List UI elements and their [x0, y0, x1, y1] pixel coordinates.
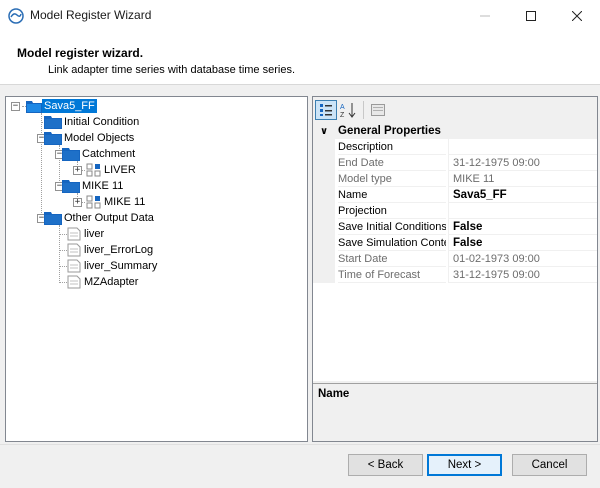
property-row-time-of-forecast[interactable]: Time of Forecast 31-12-1975 09:00 [313, 267, 597, 283]
property-description-title: Name [318, 388, 350, 400]
property-row-model-type[interactable]: Model type MIKE 11 [313, 171, 597, 187]
cancel-button[interactable]: Cancel [512, 454, 587, 476]
property-grid[interactable]: ∨ General Properties Description End Dat… [313, 123, 597, 381]
property-row-description[interactable]: Description [313, 139, 597, 155]
database-folder-icon [26, 101, 42, 113]
property-toolbar: AZ [313, 97, 597, 123]
property-row-end-date[interactable]: End Date 31-12-1975 09:00 [313, 155, 597, 171]
maximize-button[interactable] [508, 0, 554, 31]
minimize-icon [480, 15, 490, 16]
liver-expand-toggle[interactable]: + [73, 166, 82, 175]
tree-node-output-errorlog[interactable]: liver_ErrorLog [66, 242, 155, 258]
tree-node-initial-condition[interactable]: Initial Condition [44, 114, 141, 130]
wizard-subtitle: Link adapter time series with database t… [48, 64, 296, 76]
alphabetical-button[interactable]: AZ [338, 100, 360, 120]
title-bar: Model Register Wizard [0, 0, 600, 31]
property-row-save-initial-conditions[interactable]: Save Initial Conditions to False [313, 219, 597, 235]
footer-divider [0, 444, 600, 445]
tree-node-output-summary[interactable]: liver_Summary [66, 258, 159, 274]
categorized-icon [320, 104, 332, 116]
svg-text:A: A [340, 104, 345, 111]
next-button[interactable]: Next > [427, 454, 502, 476]
sort-alphabetical-icon: AZ [340, 103, 356, 118]
collapse-chevron-icon[interactable]: ∨ [313, 126, 335, 137]
folder-icon [62, 180, 80, 193]
folder-icon [44, 116, 62, 129]
folder-icon [44, 212, 62, 225]
tree-label-root: Sava5_FF [42, 99, 97, 113]
tree-node-catchment[interactable]: Catchment [62, 146, 137, 162]
close-button[interactable] [554, 0, 600, 31]
root-collapse-toggle[interactable]: − [11, 102, 20, 111]
wizard-header: Model register wizard. Link adapter time… [0, 31, 600, 85]
document-icon [67, 227, 81, 241]
tree-node-output-liver[interactable]: liver [66, 226, 106, 242]
property-pages-icon [371, 104, 385, 116]
svg-text:Z: Z [340, 112, 345, 118]
maximize-icon [526, 10, 536, 21]
back-button[interactable]: < Back [348, 454, 423, 476]
tree-node-liver[interactable]: LIVER [86, 162, 138, 178]
property-row-projection[interactable]: Projection [313, 203, 597, 219]
folder-icon [62, 148, 80, 161]
category-general-properties[interactable]: ∨ General Properties [313, 123, 597, 139]
property-description-pane: Name [313, 383, 597, 441]
close-icon [572, 10, 582, 21]
tree-node-mike11-model[interactable]: MIKE 11 [86, 194, 147, 210]
app-icon [8, 8, 24, 24]
tree-node-other-output[interactable]: Other Output Data [44, 210, 156, 226]
categorized-button[interactable] [315, 100, 337, 120]
wizard-title: Model register wizard. [17, 46, 144, 60]
tree-node-root[interactable]: Sava5_FF [26, 98, 97, 114]
folder-icon [44, 132, 62, 145]
tree-node-model-objects[interactable]: Model Objects [44, 130, 136, 146]
model-tree[interactable]: − Sava5_FF Initial Condition − Model Obj… [5, 96, 308, 442]
property-grid-panel: AZ ∨ General Properties Description End … [312, 96, 598, 442]
model-object-icon [86, 195, 101, 209]
document-icon [67, 259, 81, 273]
document-icon [67, 275, 81, 289]
model-object-icon [86, 163, 101, 177]
mike11-model-expand-toggle[interactable]: + [73, 198, 82, 207]
document-icon [67, 243, 81, 257]
property-pages-button[interactable] [367, 100, 389, 120]
property-row-start-date[interactable]: Start Date 01-02-1973 09:00 [313, 251, 597, 267]
tree-node-mike11-group[interactable]: MIKE 11 [62, 178, 125, 194]
property-row-name[interactable]: Name Sava5_FF [313, 187, 597, 203]
tree-node-output-mzadapter[interactable]: MZAdapter [66, 274, 140, 290]
property-row-save-simulation-content[interactable]: Save Simulation Content False [313, 235, 597, 251]
window-title: Model Register Wizard [30, 8, 152, 22]
minimize-button[interactable] [462, 0, 508, 31]
